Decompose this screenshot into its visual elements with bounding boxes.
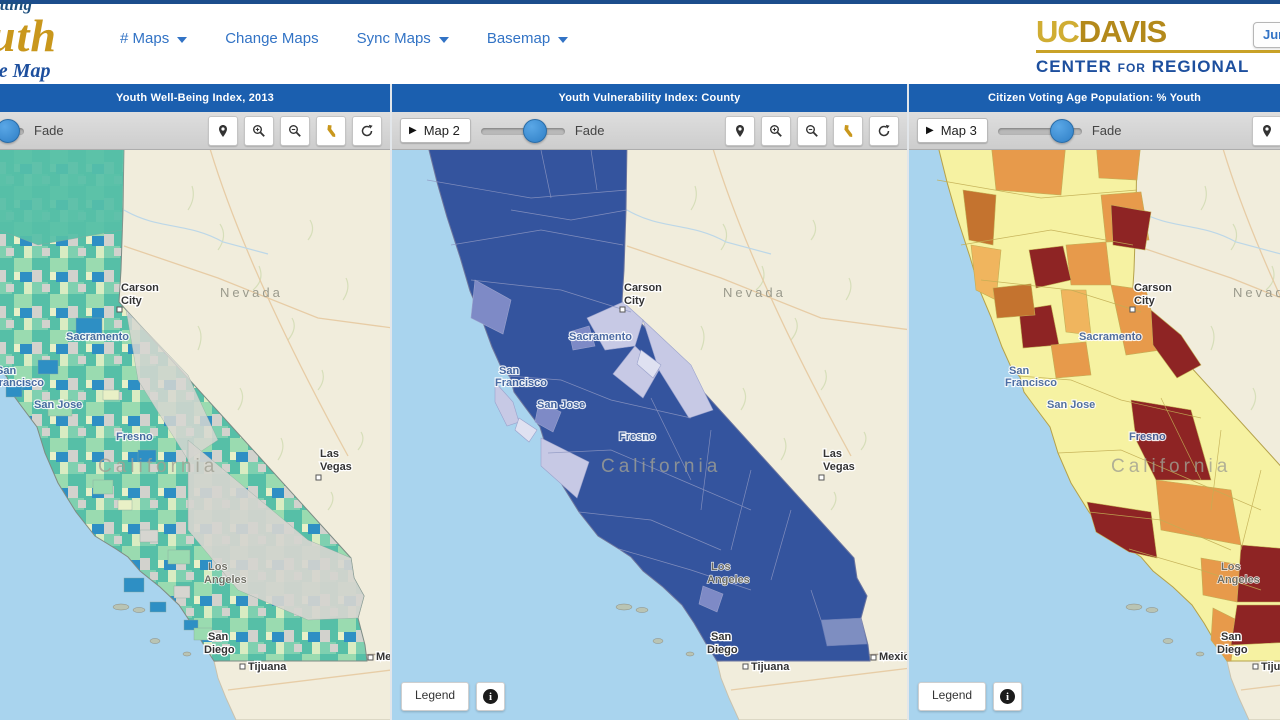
zoom-out-button[interactable] — [280, 116, 310, 146]
refresh-button[interactable] — [352, 116, 382, 146]
logo-line-3: on the Map — [0, 61, 172, 81]
chevron-down-icon — [558, 37, 568, 43]
map1-tools — [208, 116, 382, 146]
refresh-icon — [360, 124, 374, 138]
slider-knob[interactable] — [1050, 119, 1074, 143]
play-icon: ▶ — [409, 125, 417, 136]
zoom-out-icon — [805, 124, 819, 138]
map-panel-3: Citizen Voting Age Population: % Youth ▶… — [907, 84, 1280, 720]
zoom-out-button[interactable] — [797, 116, 827, 146]
zoom-to-california-button[interactable] — [833, 116, 863, 146]
nav-num-maps[interactable]: # Maps — [120, 30, 187, 47]
map2-toggle-button[interactable]: ▶ Map 2 — [400, 118, 471, 143]
brand-rule — [1036, 50, 1280, 53]
fade-label: Fade — [575, 123, 605, 138]
zoom-in-icon — [769, 124, 783, 138]
map3-toolbar: ▶ Map 3 Fade — [909, 112, 1280, 150]
brand-davis: DAVIS — [1079, 14, 1166, 49]
map3-fade-slider[interactable] — [998, 119, 1082, 143]
jump-to-button[interactable]: Jump — [1253, 22, 1280, 48]
nav-change-maps[interactable]: Change Maps — [225, 30, 318, 47]
legend-button[interactable]: Legend — [918, 682, 986, 711]
map1-toolbar: Fade — [0, 112, 390, 150]
map2-fade-slider[interactable] — [481, 119, 565, 143]
info-button[interactable]: i — [476, 682, 505, 711]
map2-title: Youth Vulnerability Index: County — [392, 84, 907, 112]
california-icon — [841, 124, 855, 138]
brand-uc: UC — [1036, 14, 1079, 49]
nav-basemap[interactable]: Basemap — [487, 30, 568, 47]
zoom-out-icon — [288, 124, 302, 138]
chevron-down-icon — [177, 37, 187, 43]
legend-button[interactable]: Legend — [401, 682, 469, 711]
nav-sync-maps[interactable]: Sync Maps — [357, 30, 449, 47]
map-panel-1: Youth Well-Being Index, 2013 Fade — [0, 84, 390, 720]
info-icon: i — [1000, 689, 1015, 704]
info-button[interactable]: i — [993, 682, 1022, 711]
locate-button[interactable] — [208, 116, 238, 146]
map-panel-2: Youth Vulnerability Index: County ▶ Map … — [390, 84, 907, 720]
play-icon: ▶ — [926, 125, 934, 136]
main-nav: # Maps Change Maps Sync Maps Basemap — [120, 30, 568, 47]
location-pin-icon — [1260, 124, 1274, 138]
map3-toggle-button[interactable]: ▶ Map 3 — [917, 118, 988, 143]
site-header: Putting Youth on the Map # Maps Change M… — [0, 4, 1280, 84]
map3-canvas[interactable]: Legend i — [909, 150, 1280, 720]
map2-legend-bar: Legend i — [401, 682, 505, 711]
slider-knob[interactable] — [523, 119, 547, 143]
locate-button[interactable] — [1252, 116, 1280, 146]
map1-title: Youth Well-Being Index, 2013 — [0, 84, 390, 112]
zoom-in-button[interactable] — [244, 116, 274, 146]
slider-knob[interactable] — [0, 119, 20, 143]
zoom-to-california-button[interactable] — [316, 116, 346, 146]
fade-label: Fade — [1092, 123, 1122, 138]
california-icon — [324, 124, 338, 138]
app-window: Putting Youth on the Map # Maps Change M… — [0, 0, 1280, 720]
chevron-down-icon — [439, 37, 449, 43]
ucdavis-brand: UCDAVIS CENTER FOR REGIONAL — [1036, 16, 1280, 77]
zoom-in-icon — [252, 124, 266, 138]
refresh-button[interactable] — [869, 116, 899, 146]
location-pin-icon — [216, 124, 230, 138]
map3-title: Citizen Voting Age Population: % Youth — [909, 84, 1280, 112]
map3-tools — [1252, 116, 1280, 146]
fade-label: Fade — [34, 123, 64, 138]
map2-toolbar: ▶ Map 2 Fade — [392, 112, 907, 150]
map1-fade-slider[interactable] — [0, 119, 24, 143]
map1-canvas[interactable] — [0, 150, 390, 720]
map3-legend-bar: Legend i — [918, 682, 1022, 711]
zoom-in-button[interactable] — [761, 116, 791, 146]
map2-tools — [725, 116, 899, 146]
brand-regional-word: REGIONAL — [1152, 57, 1250, 76]
info-icon: i — [483, 689, 498, 704]
locate-button[interactable] — [725, 116, 755, 146]
map-panels-row: Youth Well-Being Index, 2013 Fade — [0, 84, 1280, 720]
location-pin-icon — [733, 124, 747, 138]
refresh-icon — [877, 124, 891, 138]
brand-for-word: FOR — [1118, 61, 1146, 75]
brand-center-word: CENTER — [1036, 57, 1112, 76]
map2-canvas[interactable]: Legend i — [392, 150, 907, 720]
